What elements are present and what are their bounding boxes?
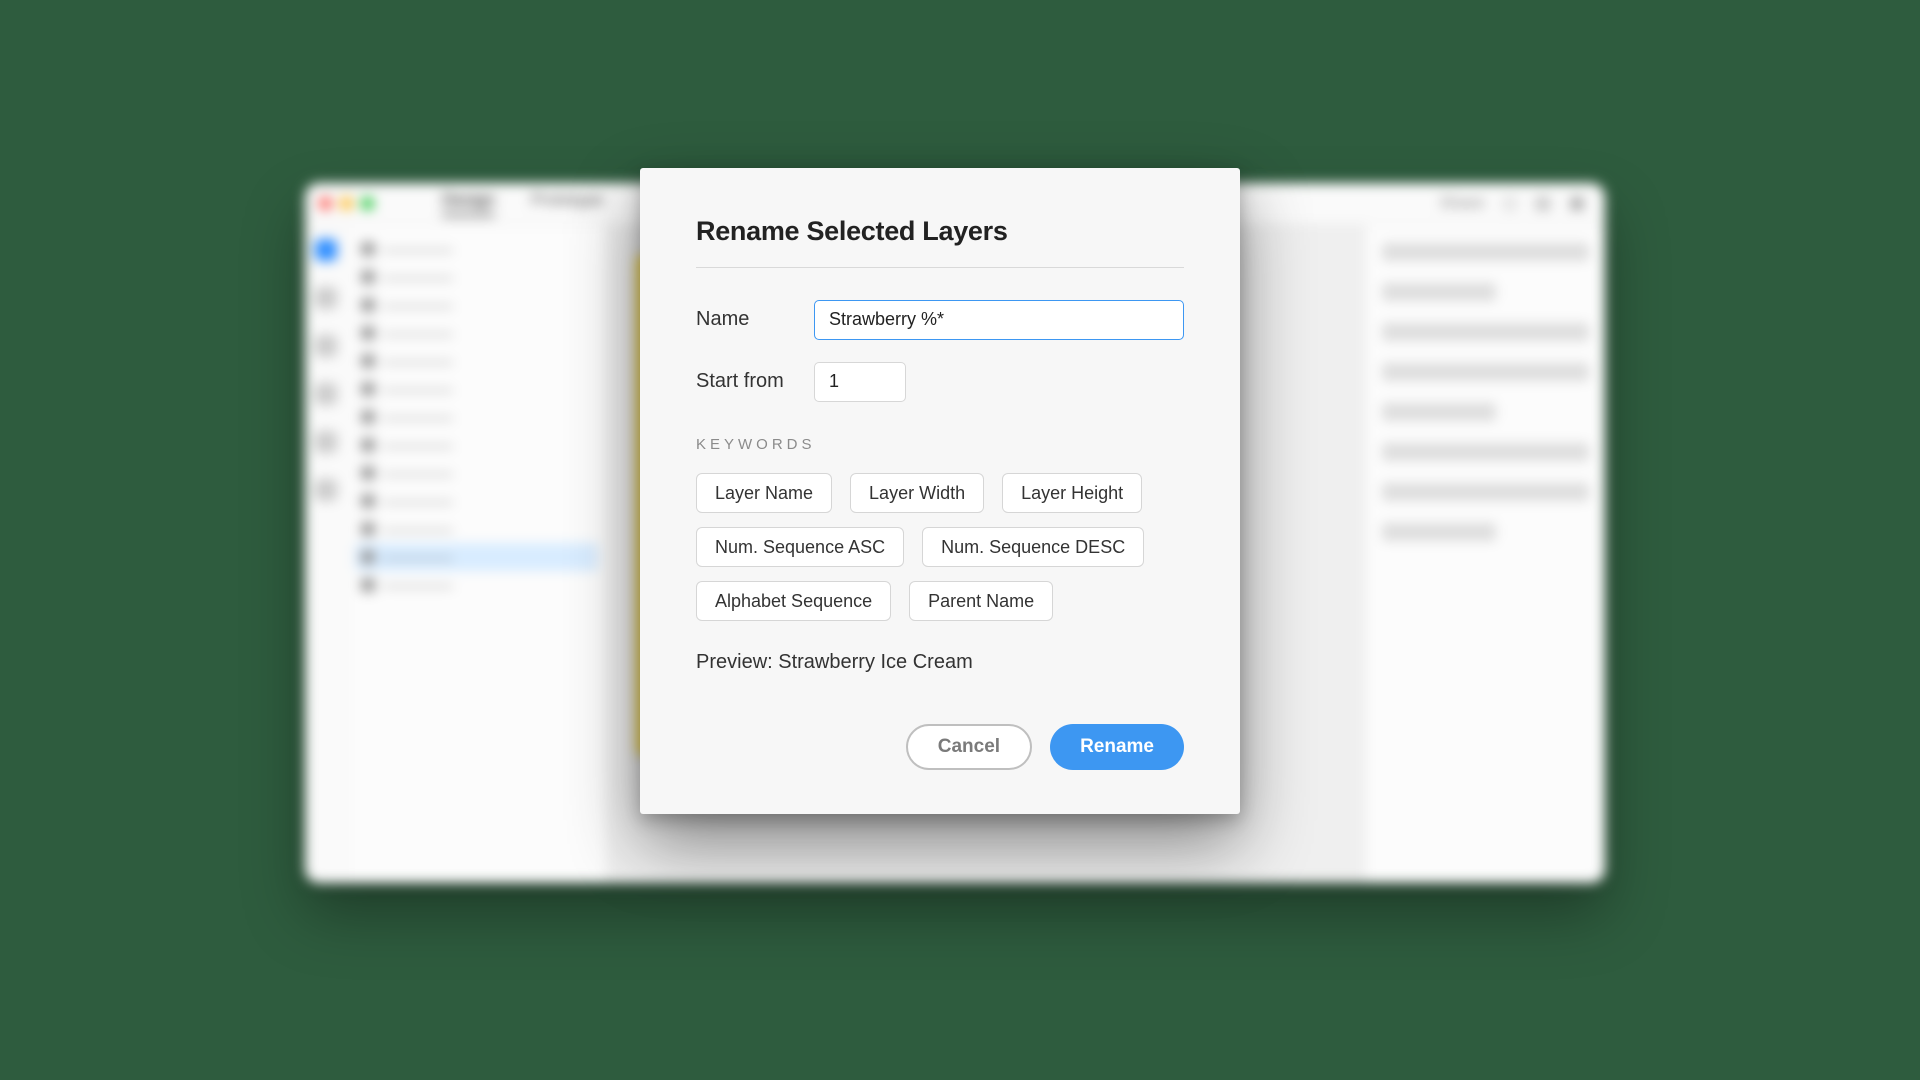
rail-icon (315, 239, 337, 261)
rail-icon (315, 287, 337, 309)
share-label: Share (1439, 193, 1484, 213)
keyword-chip-num-seq-asc[interactable]: Num. Sequence ASC (696, 527, 904, 567)
rail-icon (315, 335, 337, 357)
keywords-section-label: KEYWORDS (696, 436, 1184, 453)
rename-layers-dialog: Rename Selected Layers Name Start from K… (640, 168, 1240, 814)
preview-label: Preview: (696, 651, 778, 673)
rail-icon (315, 383, 337, 405)
rename-button[interactable]: Rename (1050, 724, 1184, 770)
toolbar-icon: ◻ (1503, 193, 1517, 213)
name-input[interactable] (814, 300, 1184, 340)
tab-prototype: Prototype (531, 190, 604, 216)
keyword-chip-parent-name[interactable]: Parent Name (909, 581, 1053, 621)
keyword-chip-layer-height[interactable]: Layer Height (1002, 473, 1142, 513)
name-label: Name (696, 308, 814, 331)
start-from-label: Start from (696, 370, 814, 393)
layers-panel: ————— ————— ————— ————— ————— ————— ————… (347, 225, 607, 883)
cancel-button[interactable]: Cancel (906, 724, 1032, 770)
tool-rail (305, 225, 347, 883)
start-from-input[interactable] (814, 362, 906, 402)
rail-icon (315, 479, 337, 501)
traffic-light-close-icon (319, 197, 332, 210)
keyword-chip-layer-width[interactable]: Layer Width (850, 473, 984, 513)
divider (696, 267, 1184, 268)
keyword-chip-num-seq-desc[interactable]: Num. Sequence DESC (922, 527, 1144, 567)
keyword-chip-layer-name[interactable]: Layer Name (696, 473, 832, 513)
preview-value: Strawberry Ice Cream (778, 651, 973, 673)
dialog-title: Rename Selected Layers (696, 216, 1184, 247)
keyword-chip-alpha-seq[interactable]: Alphabet Sequence (696, 581, 891, 621)
traffic-light-zoom-icon (361, 197, 374, 210)
rail-icon (315, 431, 337, 453)
toolbar-icon: ▣ (1569, 193, 1585, 213)
traffic-light-minimize-icon (340, 197, 353, 210)
inspector-panel (1365, 225, 1605, 883)
tab-design: Design (442, 190, 495, 216)
keyword-chips: Layer Name Layer Width Layer Height Num.… (696, 473, 1184, 621)
preview-line: Preview: Strawberry Ice Cream (696, 651, 1184, 674)
toolbar-icon: ▤ (1535, 193, 1551, 213)
